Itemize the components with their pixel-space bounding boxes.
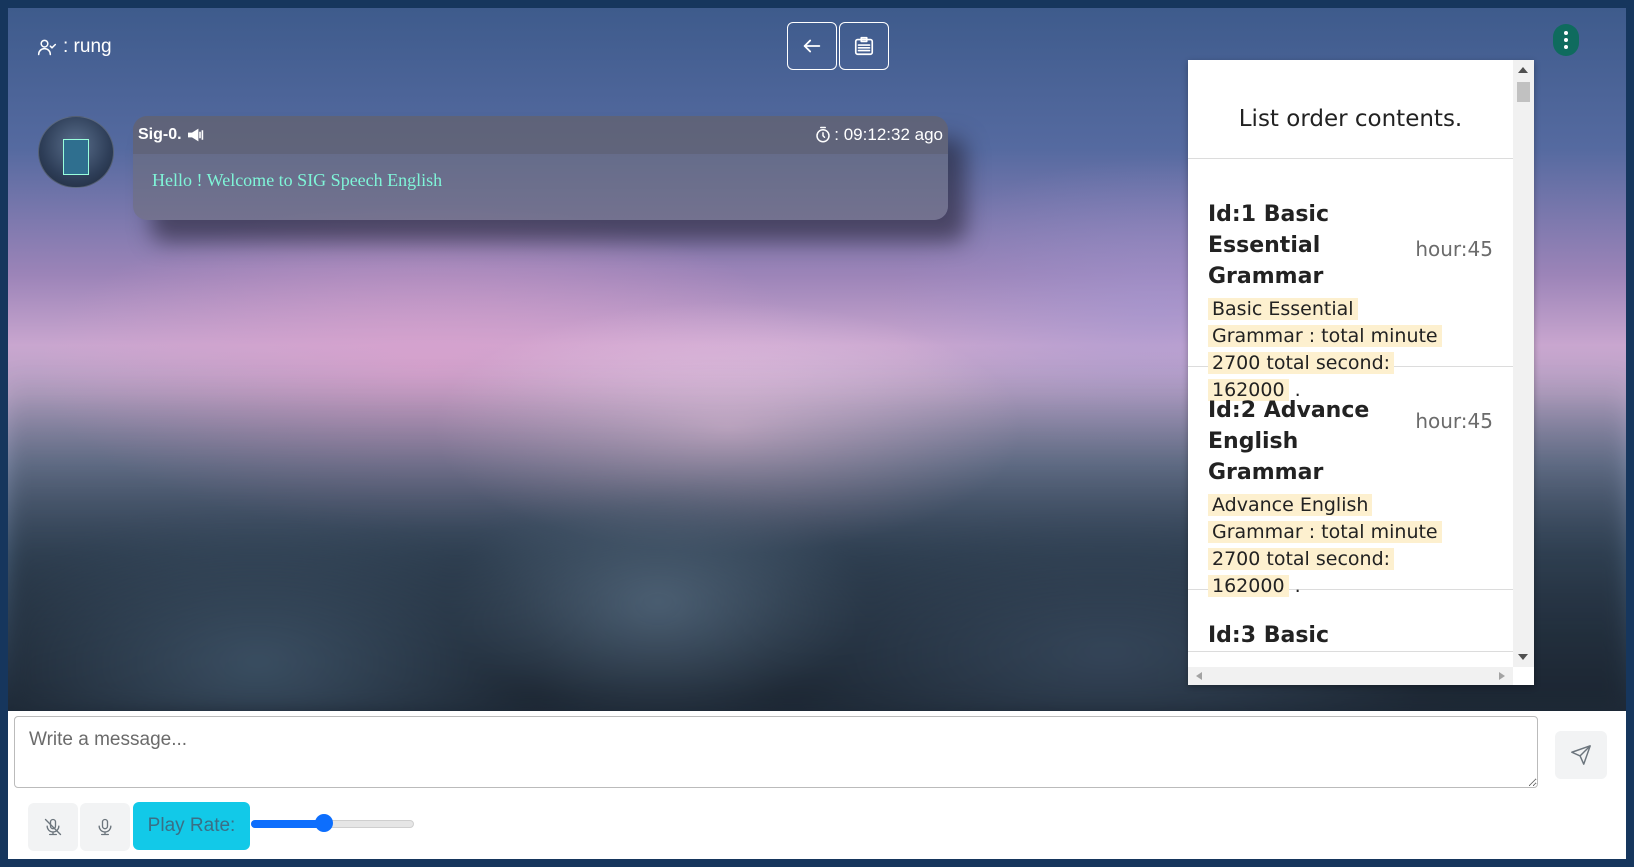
- back-button[interactable]: [787, 22, 837, 70]
- send-button[interactable]: [1555, 731, 1607, 779]
- list-item-hour: hour:45: [1415, 237, 1493, 261]
- list-item-description: Advance English Grammar : total minute 2…: [1208, 488, 1448, 600]
- scroll-up-icon[interactable]: [1518, 67, 1528, 73]
- mic-off-button[interactable]: [28, 803, 78, 851]
- play-rate-slider[interactable]: [251, 814, 418, 832]
- content-list-scroll-area[interactable]: List order contents. Id:1 Basic Essentia…: [1188, 80, 1513, 670]
- scroll-right-icon[interactable]: [1499, 672, 1505, 680]
- list-item[interactable]: Id:1 Basic Essential Grammar hour:45 Bas…: [1188, 159, 1513, 401]
- scroll-left-icon[interactable]: [1196, 672, 1202, 680]
- speaker-icon[interactable]: [186, 127, 206, 143]
- mic-icon: [98, 818, 112, 836]
- list-item[interactable]: Id:3 Basic: [1188, 590, 1513, 652]
- slider-handle[interactable]: [315, 814, 333, 832]
- current-user: : rung: [37, 36, 112, 58]
- chat-message: Sig-0. : 09:12:32 ago Hello ! Welcome to…: [133, 116, 948, 220]
- message-input[interactable]: [14, 716, 1538, 788]
- message-text: Hello ! Welcome to SIG Speech English: [152, 170, 443, 190]
- scrollbar-thumb[interactable]: [1517, 82, 1530, 102]
- scroll-down-icon[interactable]: [1518, 654, 1528, 660]
- vertical-scrollbar[interactable]: [1513, 60, 1534, 667]
- stopwatch-icon: [816, 126, 831, 143]
- composer-area: Play Rate:: [8, 711, 1626, 859]
- horizontal-scrollbar[interactable]: [1188, 667, 1513, 685]
- mic-mute-icon: [44, 818, 62, 836]
- list-item-title: Id:2 Advance English Grammar: [1208, 398, 1370, 485]
- user-check-icon: [37, 39, 57, 56]
- list-item-title: Id:3 Basic: [1208, 623, 1329, 648]
- panel-title: List order contents.: [1188, 80, 1513, 159]
- message-time: : 09:12:32 ago: [814, 125, 943, 145]
- arrow-left-icon: [803, 39, 821, 53]
- content-list-button[interactable]: [839, 22, 889, 70]
- mic-on-button[interactable]: [80, 803, 130, 851]
- dot-icon: [1564, 45, 1568, 49]
- play-rate-label: Play Rate:: [133, 802, 250, 850]
- bot-avatar: [38, 116, 114, 188]
- list-item[interactable]: Id:2 Advance English Grammar hour:45 Adv…: [1188, 367, 1513, 597]
- list-item-title: Id:1 Basic Essential Grammar: [1208, 202, 1329, 289]
- clipboard-list-icon: [854, 36, 874, 56]
- more-options-button[interactable]: [1553, 24, 1579, 56]
- avatar-book-icon: [63, 139, 89, 175]
- sender-name: Sig-0.: [138, 126, 182, 143]
- list-item-hour: hour:45: [1415, 409, 1493, 433]
- list-item-description-text: Advance English Grammar : total minute 2…: [1208, 494, 1442, 597]
- user-name: : rung: [63, 36, 112, 57]
- send-icon: [1571, 745, 1591, 765]
- message-sender: Sig-0.: [138, 126, 206, 144]
- slider-fill: [251, 820, 324, 828]
- dot-icon: [1564, 31, 1568, 35]
- content-list-panel: List order contents. Id:1 Basic Essentia…: [1188, 60, 1534, 685]
- dot-icon: [1564, 38, 1568, 42]
- message-timestamp: : 09:12:32 ago: [834, 125, 943, 144]
- message-header: Sig-0. : 09:12:32 ago: [133, 116, 948, 154]
